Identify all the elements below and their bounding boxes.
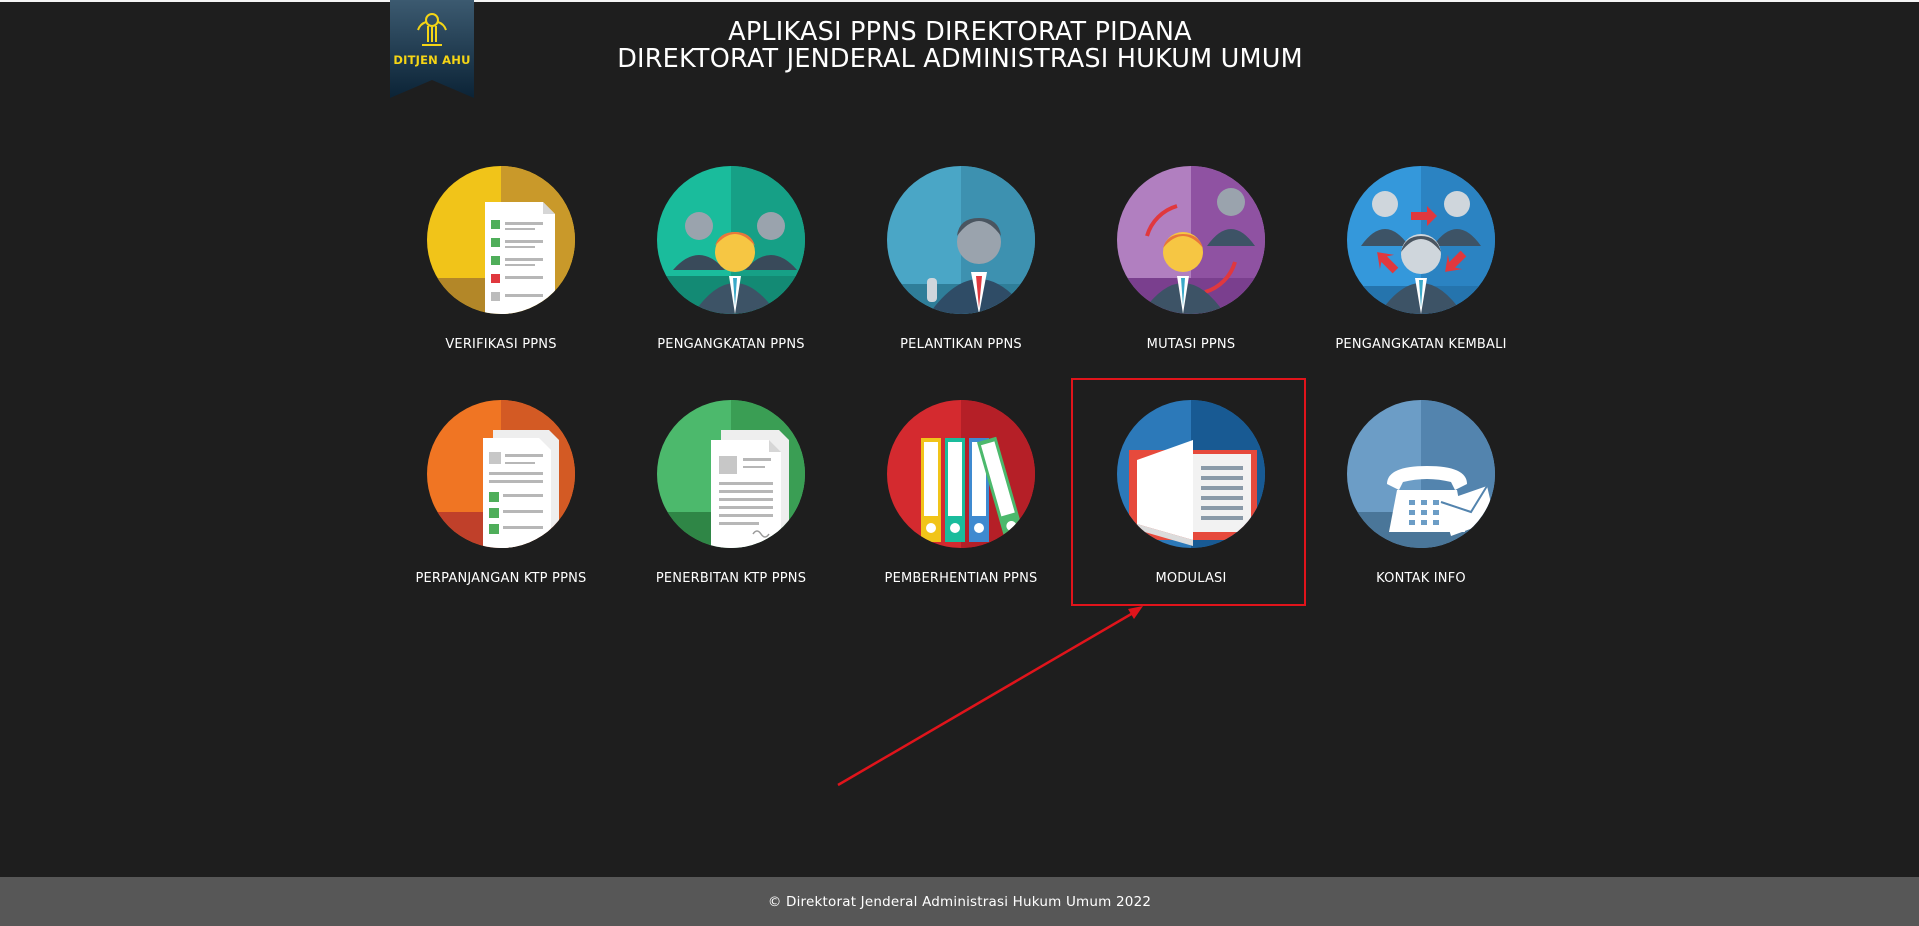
oath-person-icon (887, 166, 1035, 314)
reappointment-people-icon (1347, 166, 1495, 314)
binders-icon (887, 400, 1035, 548)
menu-label: KONTAK INFO (1376, 571, 1466, 586)
menu-pelantikan-ppns[interactable]: PELANTIKAN PPNS (847, 166, 1047, 386)
checklist-document-icon (427, 166, 575, 314)
footer-copyright: © Direktorat Jenderal Administrasi Hukum… (767, 894, 1152, 910)
menu-verifikasi-ppns[interactable]: VERIFIKASI PPNS (387, 166, 587, 386)
highlight-box (1071, 378, 1306, 606)
ditjen-ahu-logo[interactable]: DITJEN AHU (390, 0, 474, 98)
title-line-2: DIREKTORAT JENDERAL ADMINISTRASI HUKUM U… (617, 44, 1303, 74)
footer: © Direktorat Jenderal Administrasi Hukum… (0, 877, 1919, 926)
transfer-people-icon (1117, 166, 1265, 314)
telephone-mail-icon (1347, 400, 1495, 548)
menu-pengangkatan-kembali[interactable]: PENGANGKATAN KEMBALI (1307, 166, 1507, 386)
menu-label: MUTASI PPNS (1146, 337, 1236, 352)
menu-label: PERPANJANGAN KTP PPNS (415, 571, 587, 586)
extension-document-icon (427, 400, 575, 548)
menu-mutasi-ppns[interactable]: MUTASI PPNS (1077, 166, 1277, 386)
logo-text: DITJEN AHU (393, 53, 471, 67)
menu-pemberhentian-ppns[interactable]: PEMBERHENTIAN PPNS (847, 400, 1047, 620)
issue-document-icon (657, 400, 805, 548)
menu-penerbitan-ktp-ppns[interactable]: PENERBITAN KTP PPNS (617, 400, 817, 620)
menu-label: PENGANGKATAN PPNS (657, 337, 805, 352)
people-appointment-icon (657, 166, 805, 314)
page-title: APLIKASI PPNS DIREKTORAT PIDANA DIREKTOR… (560, 19, 1360, 73)
menu-pengangkatan-ppns[interactable]: PENGANGKATAN PPNS (617, 166, 817, 386)
menu-perpanjangan-ktp-ppns[interactable]: PERPANJANGAN KTP PPNS (387, 400, 587, 620)
logo-banner (390, 0, 474, 98)
menu-label: VERIFIKASI PPNS (445, 337, 557, 352)
menu-label: PELANTIKAN PPNS (900, 337, 1022, 352)
top-border (0, 0, 1919, 2)
menu-kontak-info[interactable]: KONTAK INFO (1307, 400, 1507, 620)
menu-label: PENERBITAN KTP PPNS (655, 571, 807, 586)
menu-label: PENGANGKATAN KEMBALI (1335, 337, 1507, 352)
title-line-1: APLIKASI PPNS DIREKTORAT PIDANA (728, 17, 1192, 47)
menu-label: PEMBERHENTIAN PPNS (884, 571, 1038, 586)
